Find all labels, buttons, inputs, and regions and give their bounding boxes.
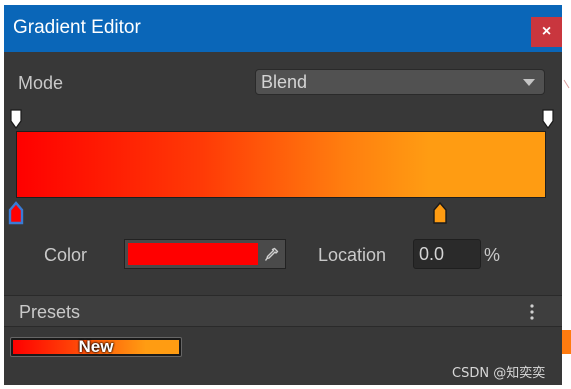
title-bar[interactable]: Gradient Editor ×: [4, 5, 562, 52]
alpha-key-start[interactable]: [10, 109, 22, 129]
mode-label: Mode: [18, 73, 64, 93]
background-edge-mark: [563, 79, 570, 89]
presets-header: Presets: [4, 295, 562, 327]
mode-dropdown[interactable]: Blend: [255, 69, 545, 95]
color-key-start-selected[interactable]: [8, 201, 24, 225]
color-key-end[interactable]: [432, 201, 448, 225]
close-icon: ×: [541, 23, 552, 40]
alpha-key-end[interactable]: [542, 109, 554, 129]
background-edge-gradient: [562, 330, 571, 354]
watermark: CSDN @知奕奕: [452, 366, 546, 381]
color-field[interactable]: [124, 239, 286, 269]
eyedropper-button[interactable]: [262, 243, 282, 265]
mode-value: Blend: [261, 72, 308, 92]
preset-item[interactable]: New: [10, 337, 182, 357]
location-label: Location: [318, 245, 387, 265]
window-title: Gradient Editor: [13, 17, 141, 38]
color-label: Color: [44, 245, 88, 265]
more-options-icon[interactable]: [530, 304, 534, 320]
chevron-down-icon: [523, 79, 535, 86]
color-swatch[interactable]: [128, 243, 258, 265]
location-input[interactable]: 0.0: [413, 239, 481, 269]
gradient-editor-window: Gradient Editor × Mode Blend Color Locat…: [4, 5, 562, 385]
close-button[interactable]: ×: [531, 17, 562, 47]
location-unit: %: [484, 245, 501, 265]
gradient-preview-bar[interactable]: [16, 131, 546, 198]
presets-label: Presets: [19, 302, 81, 322]
preset-name: New: [78, 337, 114, 356]
eyedropper-icon: [264, 247, 279, 261]
